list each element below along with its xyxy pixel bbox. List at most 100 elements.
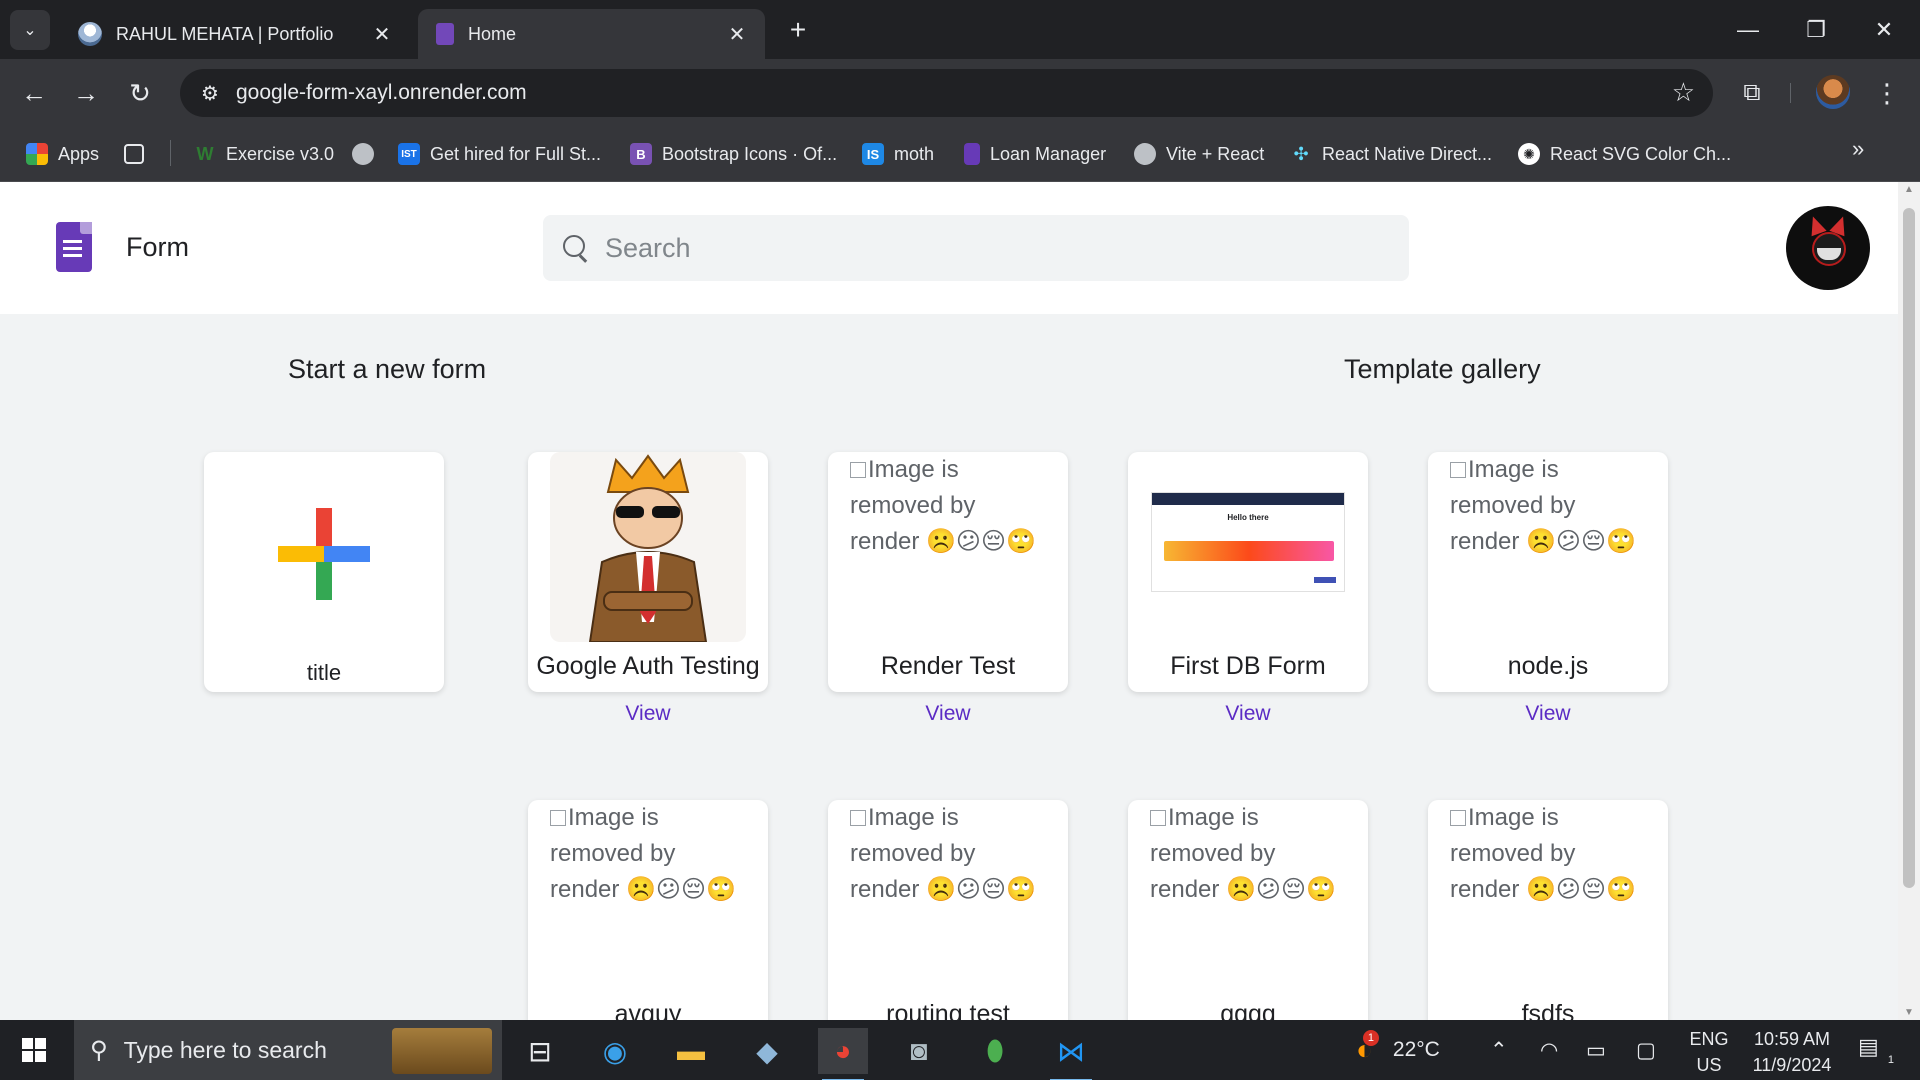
back-button[interactable]: ← bbox=[14, 73, 54, 113]
form-card[interactable]: Image is removed by render ☹️😕😔🙄 Render … bbox=[828, 452, 1068, 692]
forward-button[interactable]: → bbox=[66, 73, 106, 113]
thumb-heading: Hello there bbox=[1227, 513, 1269, 522]
search-input[interactable] bbox=[605, 232, 1365, 264]
more-bookmarks-icon[interactable]: » bbox=[1852, 136, 1864, 162]
portfolio-favicon-icon bbox=[78, 22, 102, 46]
bookmark-bootstrap-icons[interactable]: B Bootstrap Icons · Of... bbox=[630, 139, 837, 169]
close-window-button[interactable]: ✕ bbox=[1850, 0, 1918, 59]
battery-icon[interactable]: ▭ bbox=[1586, 1020, 1606, 1080]
bookmark-star-icon[interactable]: ☆ bbox=[1672, 77, 1695, 108]
tab-home[interactable]: Home ✕ bbox=[418, 9, 765, 59]
bookmark-label: Bootstrap Icons · Of... bbox=[662, 143, 838, 164]
bookmark-label: moth bbox=[894, 143, 935, 164]
temperature-text: 22°C bbox=[1392, 1038, 1440, 1061]
form-card[interactable]: Hello there First DB Form bbox=[1128, 452, 1368, 692]
view-link[interactable]: View bbox=[828, 702, 1068, 726]
bookmark-vite-react[interactable]: Vite + React bbox=[1134, 139, 1264, 169]
windows-logo-icon bbox=[22, 1038, 46, 1062]
forms-favicon-icon bbox=[436, 23, 454, 45]
form-card[interactable]: Image is removed by render ☹️😕😔🙄 routing… bbox=[828, 800, 1068, 1020]
scroll-down-icon[interactable]: ▼ bbox=[1904, 1007, 1914, 1018]
user-avatar[interactable] bbox=[1786, 206, 1870, 290]
url-text[interactable]: google-form-xayl.onrender.com bbox=[236, 81, 527, 105]
camera-app-icon[interactable]: ◙ bbox=[894, 1028, 944, 1074]
bookmark-tab-groups[interactable] bbox=[124, 139, 154, 169]
bookmark-react-native[interactable]: ✣ React Native Direct... bbox=[1290, 139, 1492, 169]
chrome-icon[interactable]: ◕ bbox=[818, 1028, 868, 1080]
card-title: fsdfs bbox=[1521, 1000, 1575, 1020]
form-card[interactable]: Image is removed by render ☹️😕😔🙄 avguy bbox=[528, 800, 768, 1020]
broken-image-icon bbox=[1450, 462, 1466, 478]
bookmark-get-hired[interactable]: IST Get hired for Full St... bbox=[398, 139, 601, 169]
minimize-button[interactable]: — bbox=[1714, 0, 1782, 59]
task-view-icon[interactable]: ⊟ bbox=[515, 1028, 565, 1074]
card-title: node.js bbox=[1507, 652, 1589, 680]
browser-menu-icon[interactable]: ⋮ bbox=[1872, 75, 1902, 111]
reload-button[interactable]: ↻ bbox=[120, 73, 160, 113]
vscode-icon[interactable]: ⋈ bbox=[1046, 1028, 1096, 1080]
form-card[interactable]: Image is removed by render ☹️😕😔🙄 gggg bbox=[1128, 800, 1368, 1020]
weather-widget[interactable]: ◐ 1 22°C bbox=[1356, 1020, 1440, 1080]
notes-app-icon[interactable]: ◆ bbox=[742, 1028, 792, 1074]
extensions-puzzle-icon[interactable]: ⧉ bbox=[1734, 75, 1770, 111]
card-title: title bbox=[306, 660, 342, 685]
forms-logo-icon[interactable] bbox=[56, 222, 92, 272]
edge-icon[interactable]: ◉ bbox=[590, 1028, 640, 1074]
restore-button[interactable]: ❐ bbox=[1782, 0, 1850, 59]
close-tab-icon[interactable]: ✕ bbox=[727, 22, 747, 47]
tab-portfolio[interactable]: RAHUL MEHATA | Portfolio ✕ bbox=[60, 9, 410, 59]
browser-toolbar: ← → ↻ ⚙ google-form-xayl.onrender.com ☆ … bbox=[0, 59, 1920, 127]
form-card[interactable]: Google Auth Testing bbox=[528, 452, 768, 692]
tab-title: Home bbox=[468, 23, 517, 44]
wifi-icon[interactable]: ◠ bbox=[1540, 1020, 1558, 1080]
plus-icon bbox=[278, 508, 370, 600]
taskbar-search-placeholder: Type here to search bbox=[123, 1036, 327, 1063]
new-tab-button[interactable]: + bbox=[780, 12, 816, 48]
input-language[interactable]: ENG US bbox=[1684, 1026, 1734, 1078]
globe-icon bbox=[352, 143, 374, 165]
forms-icon bbox=[964, 143, 980, 165]
tab-search-button[interactable]: ⌄ bbox=[10, 10, 50, 50]
mongodb-compass-icon[interactable]: ⬮ bbox=[970, 1028, 1020, 1074]
start-button[interactable] bbox=[0, 1020, 68, 1080]
openai-icon: ✺ bbox=[1518, 143, 1540, 165]
bookmark-apps[interactable]: Apps bbox=[26, 139, 99, 169]
broken-image-icon bbox=[850, 462, 866, 478]
site-settings-icon[interactable]: ⚙ bbox=[186, 69, 234, 117]
bookmark-globe[interactable] bbox=[352, 139, 384, 169]
search-bar[interactable] bbox=[543, 215, 1409, 281]
windows-taskbar: ⚲ Type here to search ⊟ ◉ ▬ ◆ ◕ ◙ ⬮ ⋈ ◐ … bbox=[0, 1020, 1920, 1080]
file-explorer-icon[interactable]: ▬ bbox=[666, 1028, 716, 1074]
blank-form-card[interactable]: title bbox=[204, 452, 444, 692]
taskbar-search[interactable]: ⚲ Type here to search bbox=[74, 1020, 502, 1080]
view-link[interactable]: View bbox=[528, 702, 768, 726]
scroll-up-icon[interactable]: ▲ bbox=[1904, 184, 1914, 195]
display-icon[interactable]: ▢ bbox=[1636, 1020, 1656, 1080]
card-title: First DB Form bbox=[1170, 652, 1326, 680]
bookmark-loan-manager[interactable]: Loan Manager bbox=[964, 139, 1106, 169]
bookmark-moth[interactable]: IS moth bbox=[862, 139, 934, 169]
view-link[interactable]: View bbox=[1128, 702, 1368, 726]
address-bar[interactable]: ⚙ google-form-xayl.onrender.com ☆ bbox=[180, 69, 1713, 117]
show-hidden-icons-icon[interactable]: ⌃ bbox=[1490, 1020, 1508, 1080]
taskbar-clock[interactable]: 10:59 AM 11/9/2024 bbox=[1742, 1026, 1842, 1078]
card-title: Render Test bbox=[880, 652, 1016, 680]
notifications-icon[interactable]: ▤ 1 bbox=[1858, 1034, 1894, 1066]
broken-image: Image is removed by render ☹️😕😔🙄 bbox=[850, 804, 1036, 903]
view-link[interactable]: View bbox=[1428, 702, 1668, 726]
tab-title: RAHUL MEHATA | Portfolio bbox=[116, 23, 334, 44]
form-card[interactable]: Image is removed by render ☹️😕😔🙄 fsdfs bbox=[1428, 800, 1668, 1020]
bookmark-react-svg[interactable]: ✺ React SVG Color Ch... bbox=[1518, 139, 1731, 169]
clock-date: 11/9/2024 bbox=[1752, 1055, 1832, 1075]
bookmark-label: Vite + React bbox=[1166, 143, 1265, 164]
reload-icon: ↻ bbox=[129, 77, 151, 108]
chevron-down-icon: ⌄ bbox=[23, 22, 37, 39]
page-scrollbar[interactable]: ▲ ▼ bbox=[1898, 182, 1920, 1020]
broken-image-icon bbox=[550, 810, 566, 826]
bookmark-exercise[interactable]: W Exercise v3.0 bbox=[194, 139, 335, 169]
close-tab-icon[interactable]: ✕ bbox=[372, 22, 392, 47]
profile-avatar-icon[interactable] bbox=[1816, 75, 1850, 109]
form-card[interactable]: Image is removed by render ☹️😕😔🙄 node.js bbox=[1428, 452, 1668, 692]
start-new-form-heading: Start a new form bbox=[288, 354, 487, 384]
scrollbar-thumb[interactable] bbox=[1903, 208, 1915, 888]
